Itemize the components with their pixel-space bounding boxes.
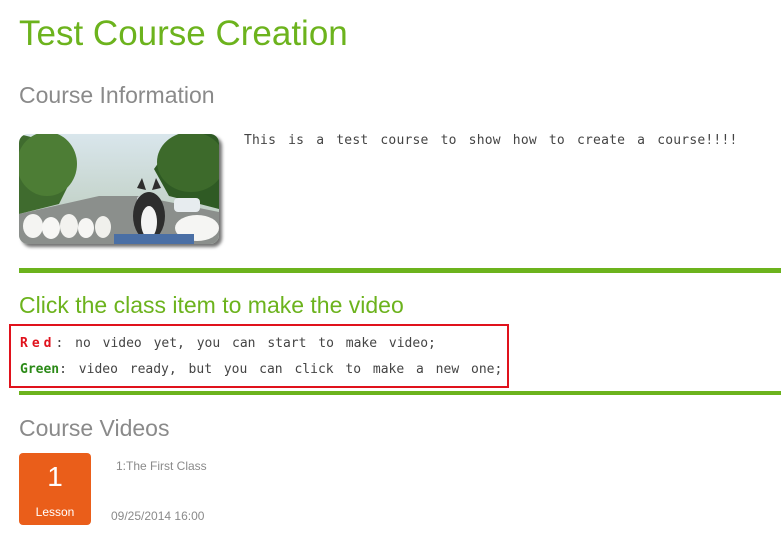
legend-green-line: Green: video ready, but you can click to… bbox=[20, 362, 502, 377]
course-description: This is a test course to show how to cre… bbox=[244, 133, 738, 148]
legend-red-line: Red: no video yet, you can start to make… bbox=[20, 336, 436, 351]
legend-green-text: : video ready, but you can click to make… bbox=[59, 362, 503, 377]
course-image bbox=[19, 134, 219, 244]
course-videos-heading: Course Videos bbox=[19, 415, 170, 441]
legend-red-text: : no video yet, you can start to make vi… bbox=[55, 336, 436, 351]
lesson-badge[interactable]: 1 Lesson bbox=[19, 453, 91, 525]
page-title: Test Course Creation bbox=[19, 14, 348, 53]
lesson-number: 1 bbox=[47, 461, 63, 492]
section-divider bbox=[19, 391, 781, 395]
class-item-timestamp: 09/25/2014 16:00 bbox=[111, 509, 205, 523]
course-information-heading: Course Information bbox=[19, 82, 215, 108]
class-item-title[interactable]: 1:The First Class bbox=[116, 459, 207, 473]
section-divider bbox=[19, 268, 781, 273]
legend-green-key: Green bbox=[20, 362, 60, 377]
status-legend: Red: no video yet, you can start to make… bbox=[9, 324, 509, 388]
lesson-label: Lesson bbox=[35, 505, 75, 519]
legend-red-key: Red bbox=[20, 336, 56, 351]
instructions-title: Click the class item to make the video bbox=[19, 292, 404, 318]
dogs-photo-illustration bbox=[19, 134, 219, 244]
